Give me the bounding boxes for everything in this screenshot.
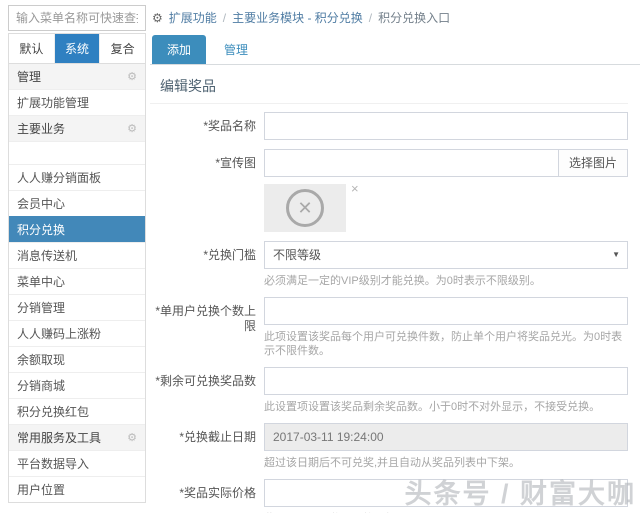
field-promo-image: *宣传图 选择图片 ✕ × [150, 149, 628, 232]
sidebar-item-label: 积分兑换红包 [17, 405, 90, 419]
field-label: *奖品实际价格 [179, 486, 256, 500]
sidebar-item-label: 扩展功能管理 [17, 96, 90, 110]
breadcrumb-current: 积分兑换入口 [378, 11, 451, 25]
form-title: 编辑奖品 [150, 69, 628, 104]
sidebar-item-label: 会员中心 [17, 197, 66, 211]
sidebar-item-label: 主要业务 [17, 122, 66, 136]
sidebar-item-entry[interactable]: 余额取现 ⚙ [9, 346, 145, 372]
sidebar-search [8, 5, 146, 31]
prize-name-input[interactable] [264, 112, 628, 140]
page: 默认 系统 复合 管理 ⚙ 扩展功能管理 ⚙ 主要业务 ⚙ ⚙ 人人赚分销面板 … [0, 0, 640, 513]
sidebar-tab[interactable]: 默认 [9, 34, 55, 63]
sidebar-tab-label: 系统 [65, 42, 90, 56]
broken-image-icon: ✕ [286, 189, 324, 227]
sidebar-menu: 管理 ⚙ 扩展功能管理 ⚙ 主要业务 ⚙ ⚙ 人人赚分销面板 ⚙ 会员中心 ⚙ … [8, 64, 146, 503]
field-hint: 超过该日期后不可兑奖,并且自动从奖品列表中下架。 [264, 457, 521, 469]
promo-image-input[interactable] [264, 149, 558, 177]
sidebar-item-entry[interactable]: 积分兑换红包 ⚙ [9, 398, 145, 424]
sidebar-tab-label: 默认 [19, 42, 44, 56]
sidebar-tab[interactable]: 复合 [100, 34, 145, 63]
remaining-stock-input[interactable] [264, 367, 628, 395]
sidebar-item-label: 常用服务及工具 [17, 431, 102, 445]
sidebar-item-label: 消息传送机 [17, 249, 78, 263]
field-label: *宣传图 [215, 156, 256, 170]
image-thumbnail: ✕ [264, 184, 346, 232]
sidebar-item-label: 分销管理 [17, 301, 66, 315]
sidebar-item-label: 平台数据导入 [17, 457, 90, 471]
sidebar: 默认 系统 复合 管理 ⚙ 扩展功能管理 ⚙ 主要业务 ⚙ ⚙ 人人赚分销面板 … [8, 5, 146, 503]
main-tab-label: 添加 [167, 43, 192, 57]
chevron-down-icon: ▼ [612, 250, 620, 259]
field-label: *奖品名称 [203, 119, 256, 133]
sidebar-item-entry[interactable]: 分销商城 ⚙ [9, 372, 145, 398]
sidebar-item-label: 人人赚分销面板 [17, 171, 102, 185]
gear-icon[interactable]: ⚙ [127, 70, 137, 83]
sidebar-item[interactable]: ⚙ [9, 141, 145, 164]
sidebar-item-entry[interactable]: 会员中心 ⚙ [9, 190, 145, 216]
gear-icon[interactable]: ⚙ [127, 122, 137, 135]
main-tab[interactable]: 添加 [152, 35, 207, 64]
menu-search-input[interactable] [8, 5, 146, 31]
field-label: *剩余可兑换奖品数 [155, 374, 256, 388]
sidebar-item-entry[interactable]: 人人赚分销面板 ⚙ [9, 164, 145, 190]
gear-icon[interactable]: ⚙ [127, 431, 137, 444]
field-label: *兑换门槛 [203, 248, 256, 262]
choose-image-button[interactable]: 选择图片 [557, 149, 628, 177]
breadcrumb: 扩展功能 / 主要业务模块 - 积分兑换 / 积分兑换入口 [169, 11, 450, 25]
sidebar-item-entry[interactable]: 积分兑换 ⚙ [9, 216, 145, 242]
field-label: *兑换截止日期 [179, 430, 256, 444]
field-remaining-stock: *剩余可兑换奖品数 此设置项设置该奖品剩余奖品数。小于0时不对外显示，不接受兑换… [150, 367, 628, 414]
main-tabs: 添加 管理 [150, 35, 640, 65]
sidebar-item-header[interactable]: 主要业务 ⚙ [9, 115, 145, 141]
sidebar-item-header[interactable]: 管理 ⚙ [9, 64, 145, 89]
field-prize-name: *奖品名称 [150, 112, 628, 140]
edit-prize-form: 编辑奖品 *奖品名称 *宣传图 选择图片 ✕ × *兑换门槛 不限等级 ▼ 必须… [150, 65, 640, 513]
redeem-threshold-select[interactable]: 不限等级 ▼ [264, 241, 628, 269]
per-user-limit-input[interactable] [264, 297, 628, 325]
breadcrumb-separator: / [368, 11, 373, 25]
sidebar-tab-label: 复合 [110, 42, 135, 56]
sidebar-item-entry[interactable]: 扩展功能管理 ⚙ [9, 89, 145, 115]
sidebar-item-label: 人人赚码上涨粉 [17, 327, 102, 341]
field-deadline: *兑换截止日期 超过该日期后不可兑奖,并且自动从奖品列表中下架。 [150, 423, 628, 470]
field-label: *单用户兑换个数上限 [155, 304, 256, 333]
sidebar-item-label: 分销商城 [17, 379, 66, 393]
field-per-user-limit: *单用户兑换个数上限 此项设置该奖品每个用户可兑换件数，防止单个用户将奖品兑光。… [150, 297, 628, 358]
select-value: 不限等级 [273, 248, 322, 262]
sidebar-item-entry[interactable]: 平台数据导入 ⚙ [9, 450, 145, 476]
field-hint: 此项设置该奖品每个用户可兑换件数，防止单个用户将奖品兑光。为0时表示不限件数。 [264, 331, 623, 357]
breadcrumb-bar: ⚙ 扩展功能 / 主要业务模块 - 积分兑换 / 积分兑换入口 [150, 0, 640, 33]
cogs-icon: ⚙ [152, 11, 163, 25]
sidebar-item-entry[interactable]: 菜单中心 ⚙ [9, 268, 145, 294]
sidebar-item-label: 管理 [17, 70, 42, 84]
main-content: ⚙ 扩展功能 / 主要业务模块 - 积分兑换 / 积分兑换入口 添加 管理 编辑奖品 *奖… [150, 0, 640, 513]
sidebar-item-label: 用户位置 [17, 483, 66, 497]
sidebar-tab[interactable]: 系统 [54, 34, 101, 63]
field-redeem-threshold: *兑换门槛 不限等级 ▼ 必须满足一定的VIP级别才能兑换。为0时表示不限级别。 [150, 241, 628, 288]
remove-image-icon[interactable]: × [351, 181, 359, 196]
field-hint: 此设置项设置该奖品剩余奖品数。小于0时不对外显示，不接受兑换。 [264, 401, 601, 413]
sidebar-item-label: 菜单中心 [17, 275, 66, 289]
main-tab[interactable]: 管理 [209, 35, 263, 64]
breadcrumb-link[interactable]: 扩展功能 [169, 11, 217, 25]
actual-price-input[interactable] [264, 479, 628, 507]
field-hint: 必须满足一定的VIP级别才能兑换。为0时表示不限级别。 [264, 275, 541, 287]
breadcrumb-separator: / [222, 11, 227, 25]
sidebar-item-label: 积分兑换 [17, 223, 66, 237]
sidebar-item-entry[interactable]: 分销管理 ⚙ [9, 294, 145, 320]
field-actual-price: *奖品实际价格 此设置项设置奖品价格。如100 [150, 479, 628, 513]
sidebar-item-entry[interactable]: 消息传送机 ⚙ [9, 242, 145, 268]
breadcrumb-link[interactable]: 主要业务模块 - 积分兑换 [232, 11, 363, 25]
sidebar-item-label: 余额取现 [17, 353, 66, 367]
main-tab-label: 管理 [224, 43, 249, 57]
sidebar-item-entry[interactable]: 用户位置 ⚙ [9, 476, 145, 502]
sidebar-item-entry[interactable]: 人人赚码上涨粉 ⚙ [9, 320, 145, 346]
sidebar-tabs: 默认 系统 复合 [8, 33, 146, 64]
sidebar-item-header[interactable]: 常用服务及工具 ⚙ [9, 424, 145, 450]
deadline-input[interactable] [264, 423, 628, 451]
